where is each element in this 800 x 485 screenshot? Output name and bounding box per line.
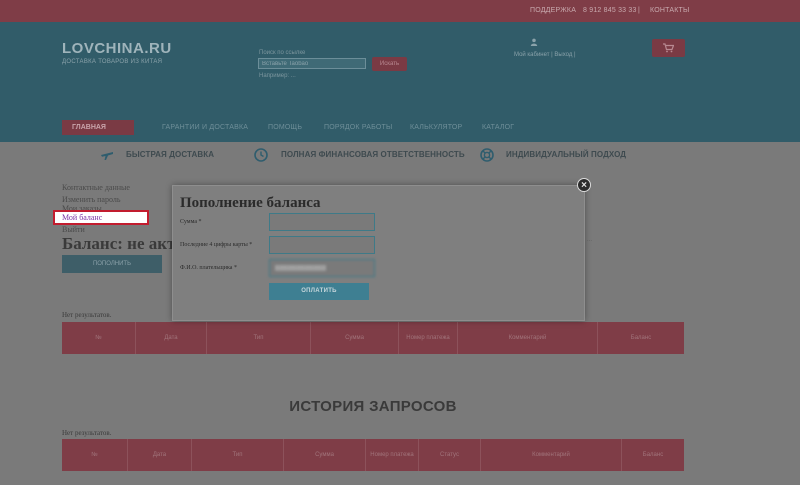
nav-item-workflow[interactable]: ПОРЯДОК РАБОТЫ [324,124,392,131]
payer-name-label: Ф.И.О. плательщика * [180,265,237,271]
search-label: Поиск по ссылке [259,50,306,56]
history-table-header: № Дата Тип Сумма Номер платежа Статус Ко… [62,439,684,471]
feature-individual-approach: ИНДИВИДУАЛЬНЫЙ ПОДХОД [506,150,627,159]
topup-button[interactable]: ПОПОЛНИТЬ [62,255,162,273]
sidebar-item-contacts[interactable]: Контактные данные [62,183,130,192]
column-header[interactable]: Баланс [622,439,684,471]
nav-item-catalog[interactable]: КАТАЛОГ [482,124,514,131]
payments-table-header: № Дата Тип Сумма Номер платежа Комментар… [62,322,684,354]
nav-item-guarantees[interactable]: ГАРАНТИИ И ДОСТАВКА [162,124,248,131]
nav-item-help[interactable]: ПОМОЩЬ [268,124,302,131]
card-digits-field[interactable] [269,236,375,254]
payer-name-field[interactable] [269,259,375,277]
column-header[interactable]: № [62,322,136,354]
amount-field[interactable] [269,213,375,231]
airplane-icon [101,152,113,160]
close-icon[interactable]: × [577,178,591,192]
modal-title: Пополнение баланса [180,195,321,211]
column-header[interactable]: Номер платежа [366,439,419,471]
user-icon[interactable] [530,38,538,46]
topbar-separator: | [638,7,641,14]
clock-icon [254,148,268,162]
sidebar-item-balance[interactable]: Мой баланс [53,210,149,225]
feature-financial-responsibility: ПОЛНАЯ ФИНАНСОВАЯ ОТВЕТСТВЕННОСТЬ [281,150,465,159]
site-logo[interactable]: LOVCHINA.RU [62,40,172,57]
history-title: ИСТОРИЯ ЗАПРОСОВ [289,398,457,415]
feature-fast-delivery: БЫСТРАЯ ДОСТАВКА [126,150,215,159]
column-header[interactable]: Номер платежа [399,322,458,354]
lifebuoy-icon [480,148,494,162]
column-header[interactable]: Комментарий [458,322,598,354]
search-example: Например: ... [259,73,296,79]
column-header[interactable]: Сумма [284,439,366,471]
column-header[interactable]: Сумма [311,322,399,354]
pay-button[interactable]: ОПЛАТИТЬ [269,283,369,300]
column-header[interactable]: Статус [419,439,481,471]
column-header[interactable]: Комментарий [481,439,622,471]
column-header[interactable]: Тип [207,322,311,354]
top-bar: ПОДДЕРЖКА 8 912 845 33 33 | КОНТАКТЫ [0,0,800,22]
column-header[interactable]: № [62,439,128,471]
column-header[interactable]: Дата [128,439,192,471]
account-links[interactable]: Мой кабинет | Выход | [514,52,576,58]
site-tagline: ДОСТАВКА ТОВАРОВ ИЗ КИТАЯ [62,59,163,65]
column-header[interactable]: Баланс [598,322,684,354]
sidebar-item-change-password[interactable]: Изменить пароль [62,195,121,204]
cart-icon [663,43,674,53]
column-header[interactable]: Тип [192,439,284,471]
contacts-link[interactable]: КОНТАКТЫ [650,7,689,14]
card-digits-label: Последние 4 цифры карты * [180,242,253,248]
cart-button[interactable] [652,39,685,57]
nav-item-home[interactable]: ГЛАВНАЯ [62,120,134,135]
phone-number: 8 912 845 33 33 [583,7,637,14]
column-header[interactable]: Дата [136,322,207,354]
balance-side-note: ... [587,237,593,243]
nav-item-calculator[interactable]: КАЛЬКУЛЯТОР [410,124,462,131]
history-no-results: Нет результатов. [62,429,112,437]
sidebar-item-logout[interactable]: Выйти [62,225,85,234]
payments-no-results: Нет результатов. [62,311,112,319]
support-link[interactable]: ПОДДЕРЖКА [530,7,576,14]
search-input[interactable] [258,58,366,69]
amount-label: Сумма * [180,219,202,225]
search-button[interactable]: Искать [372,57,407,71]
